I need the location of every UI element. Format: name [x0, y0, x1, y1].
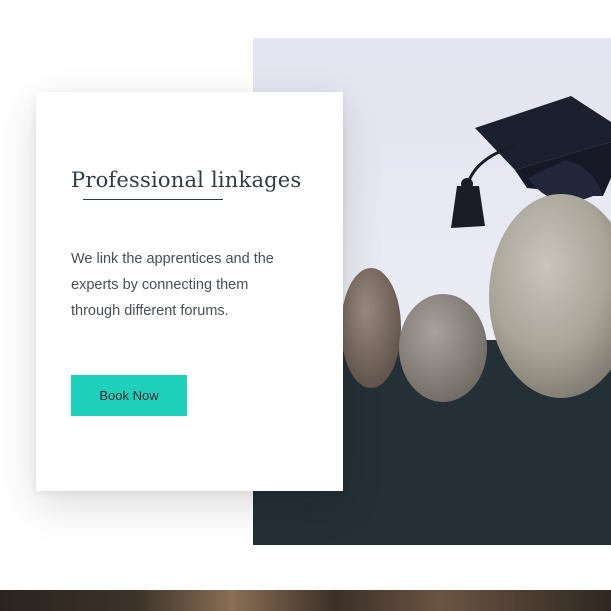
next-section-image-strip [0, 590, 611, 611]
card-title: Professional linkages [71, 168, 302, 192]
card-description: We link the apprentices and the experts … [71, 251, 274, 319]
title-underline [83, 199, 223, 200]
book-now-button[interactable]: Book Now [71, 375, 187, 416]
feature-card: Professional linkages We link the appren… [36, 92, 343, 491]
